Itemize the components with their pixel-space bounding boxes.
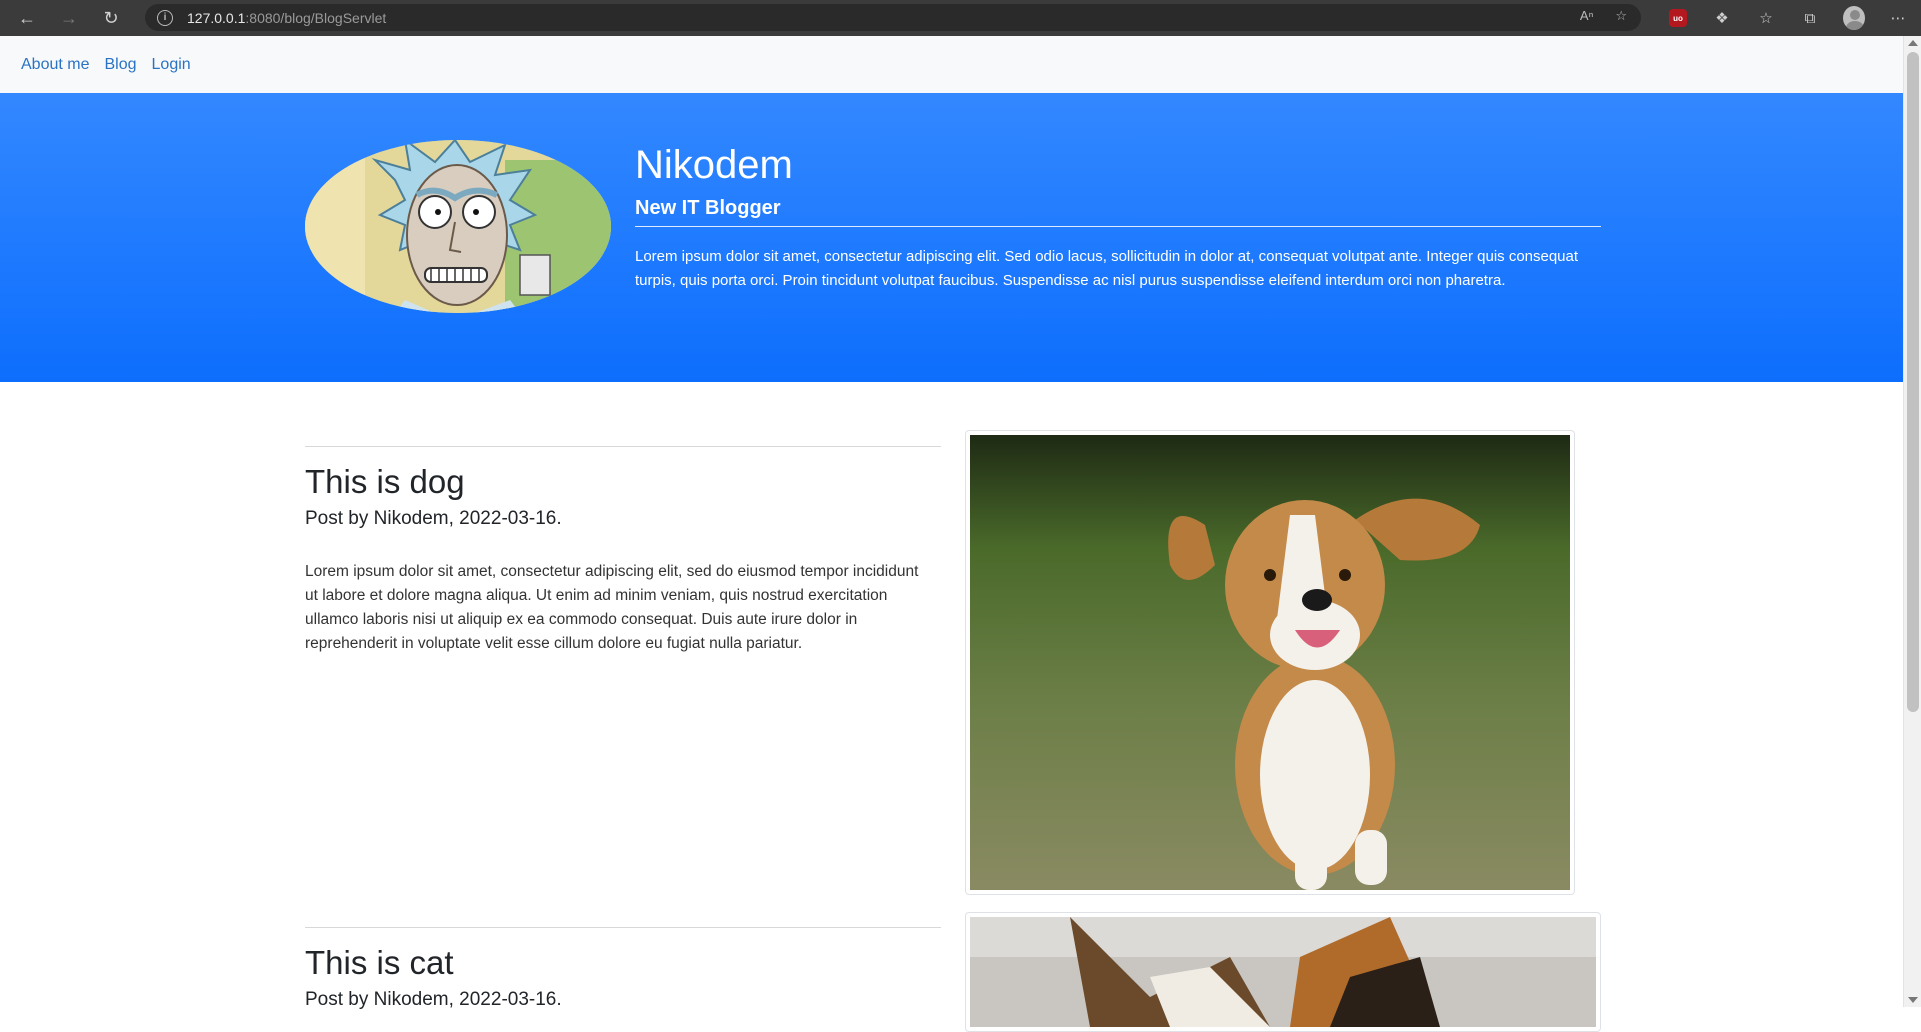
post-meta: Post by Nikodem, 2022-03-16.: [305, 989, 562, 1011]
hero-banner: Nikodem New IT Blogger Lorem ipsum dolor…: [0, 93, 1903, 382]
nav-link-login[interactable]: Login: [152, 56, 191, 74]
post-divider: [305, 927, 941, 928]
forward-icon[interactable]: →: [54, 3, 84, 33]
post-body: Lorem ipsum dolor sit amet, consectetur …: [305, 563, 919, 653]
browser-toolbar: ← → ↻ i 127.0.0.1:8080/blog/BlogServlet …: [0, 0, 1921, 36]
ublock-label: uo: [1669, 9, 1687, 27]
blog-post: This is dog Post by Nikodem, 2022-03-16.…: [305, 446, 941, 656]
post-meta: Post by Nikodem, 2022-03-16.: [305, 508, 562, 530]
hero-description: Lorem ipsum dolor sit amet, consectetur …: [635, 248, 1579, 289]
page-scrollbar[interactable]: [1903, 36, 1921, 1007]
post-image-dog: [965, 430, 1575, 895]
scroll-up-icon[interactable]: [1908, 40, 1918, 46]
hero-subtitle: New IT Blogger: [635, 197, 1601, 227]
hero-name: Nikodem: [635, 143, 793, 187]
post-divider: [305, 446, 941, 447]
url-path: :8080/blog/BlogServlet: [245, 9, 387, 26]
read-aloud-icon[interactable]: Aⁿ: [1580, 8, 1593, 24]
nav-link-about-me[interactable]: About me: [21, 56, 89, 74]
back-icon[interactable]: ←: [12, 3, 42, 33]
info-icon[interactable]: i: [157, 9, 173, 26]
avatar: [1843, 6, 1865, 30]
post-title: This is cat: [305, 944, 454, 981]
nav-link-blog[interactable]: Blog: [104, 56, 136, 74]
profile-image: [305, 140, 611, 313]
post-title: This is dog: [305, 463, 465, 500]
reload-icon[interactable]: ↻: [96, 3, 126, 33]
scroll-down-icon[interactable]: [1908, 997, 1918, 1003]
add-favorite-icon[interactable]: ☆: [1615, 8, 1627, 24]
url-host: 127.0.0.1: [187, 9, 246, 26]
profile-icon[interactable]: [1843, 6, 1865, 30]
ublock-icon[interactable]: uo: [1667, 7, 1689, 29]
collections-icon[interactable]: ⧉: [1799, 7, 1821, 29]
site-navbar: About me Blog Login: [0, 36, 1903, 93]
favorites-icon[interactable]: ☆: [1755, 7, 1777, 29]
address-bar[interactable]: i 127.0.0.1:8080/blog/BlogServlet Aⁿ ☆: [145, 4, 1641, 31]
blog-post: This is cat Post by Nikodem, 2022-03-16.: [305, 927, 941, 1011]
extensions-icon[interactable]: ❖: [1711, 7, 1733, 29]
post-image-cat: [965, 912, 1601, 1032]
more-icon[interactable]: ⋯: [1887, 7, 1909, 29]
scroll-thumb[interactable]: [1907, 52, 1919, 712]
